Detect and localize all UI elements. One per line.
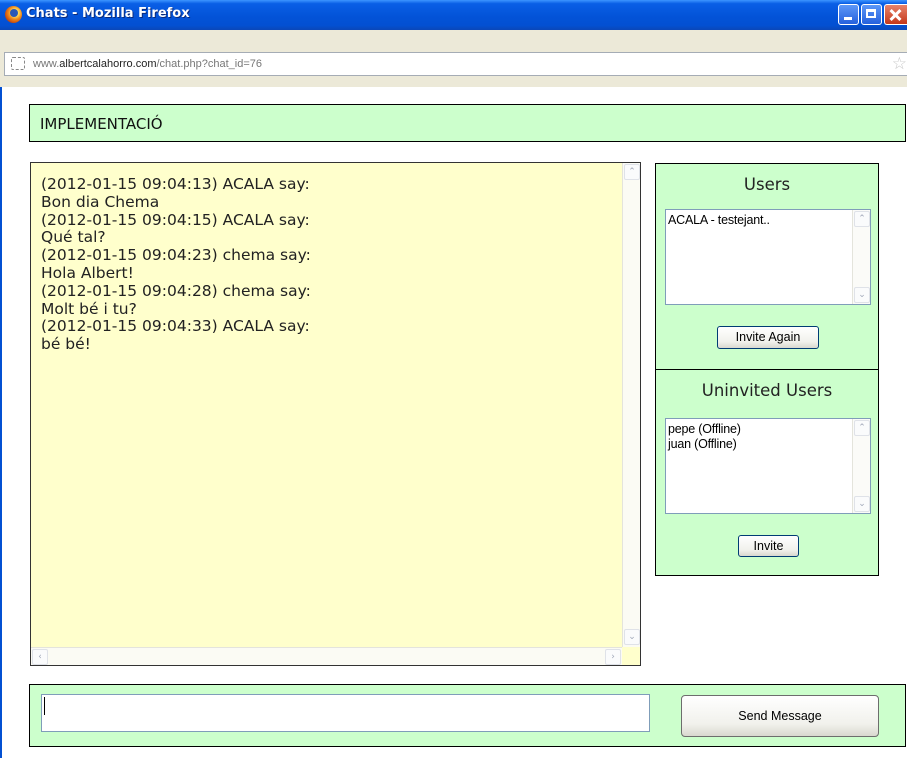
users-heading: Users [743, 175, 791, 194]
chat-line: Hola Albert! [41, 263, 134, 282]
chat-line: (2012-01-15 09:04:15) ACALA say: [41, 210, 310, 229]
chat-log: (2012-01-15 09:04:13) ACALA say: Bon dia… [41, 175, 311, 354]
scroll-down-arrow-icon[interactable]: ⌄ [854, 496, 870, 512]
scroll-down-arrow-icon[interactable]: ⌄ [624, 629, 640, 645]
close-window-button[interactable] [884, 4, 907, 25]
maximize-button[interactable] [861, 4, 882, 25]
chat-line: Molt bé i tu? [41, 299, 137, 318]
window-title: Chats - Mozilla Firefox [26, 6, 190, 21]
uninvited-users-panel: Uninvited Users pepe (Offline) juan (Off… [655, 369, 879, 576]
chat-line: (2012-01-15 09:04:28) chema say: [41, 281, 311, 300]
address-bar[interactable]: www.albertcalahorro.com/chat.php?chat_id… [4, 52, 907, 76]
chat-header: IMPLEMENTACIÓ [29, 104, 906, 142]
scroll-up-arrow-icon[interactable]: ⌃ [854, 420, 870, 436]
users-listbox[interactable]: ACALA - testejant.. ⌃ ⌄ [665, 209, 871, 305]
chat-horizontal-scrollbar[interactable]: ‹ › [31, 647, 622, 665]
site-identity-icon[interactable] [11, 57, 25, 70]
url-prefix: www. [33, 58, 60, 70]
users-list-scrollbar[interactable]: ⌃ ⌄ [852, 210, 870, 304]
uninvited-list-scrollbar[interactable]: ⌃ ⌄ [852, 419, 870, 513]
chat-line: (2012-01-15 09:04:23) chema say: [41, 246, 311, 265]
users-panel: Users ACALA - testejant.. ⌃ ⌄ Invite Aga… [655, 163, 879, 370]
chat-line: (2012-01-15 09:04:33) ACALA say: [41, 317, 310, 336]
scrollbar-corner [622, 647, 640, 665]
firefox-logo-icon [5, 6, 22, 23]
scroll-left-arrow-icon[interactable]: ‹ [32, 649, 48, 665]
chat-line: Qué tal? [41, 228, 106, 247]
uninvited-user-item[interactable]: juan (Offline) [668, 437, 741, 452]
url-text[interactable]: www.albertcalahorro.com/chat.php?chat_id… [33, 58, 262, 70]
scroll-down-arrow-icon[interactable]: ⌄ [854, 287, 870, 303]
url-domain: albertcalahorro.com [59, 58, 157, 70]
send-message-button[interactable]: Send Message [681, 695, 879, 737]
address-bar-area: www.albertcalahorro.com/chat.php?chat_id… [0, 30, 907, 87]
text-caret [44, 697, 45, 715]
message-input[interactable] [41, 694, 650, 732]
chat-log-area[interactable]: (2012-01-15 09:04:13) ACALA say: Bon dia… [30, 162, 641, 666]
uninvited-user-item[interactable]: pepe (Offline) [668, 422, 741, 437]
window-titlebar: Chats - Mozilla Firefox [0, 0, 907, 30]
chat-line: bé bé! [41, 335, 91, 354]
scroll-up-arrow-icon[interactable]: ⌃ [624, 164, 640, 180]
minimize-button[interactable] [838, 4, 859, 25]
invite-button[interactable]: Invite [738, 535, 799, 557]
chat-line: Bon dia Chema [41, 192, 160, 211]
scroll-right-arrow-icon[interactable]: › [605, 649, 621, 665]
invite-again-button[interactable]: Invite Again [717, 326, 819, 349]
user-list-item[interactable]: ACALA - testejant.. [668, 213, 770, 228]
bookmark-star-icon[interactable]: ☆ [892, 54, 907, 74]
scroll-up-arrow-icon[interactable]: ⌃ [854, 211, 870, 227]
uninvited-users-listbox[interactable]: pepe (Offline) juan (Offline) ⌃ ⌄ [665, 418, 871, 514]
url-path: /chat.php?chat_id=76 [156, 58, 263, 70]
chat-vertical-scrollbar[interactable]: ⌃ ⌄ [622, 163, 640, 647]
uninvited-users-heading: Uninvited Users [701, 381, 833, 400]
chat-title: IMPLEMENTACIÓ [40, 115, 163, 133]
message-composer: Send Message [29, 684, 906, 747]
chat-line: (2012-01-15 09:04:13) ACALA say: [41, 175, 310, 193]
